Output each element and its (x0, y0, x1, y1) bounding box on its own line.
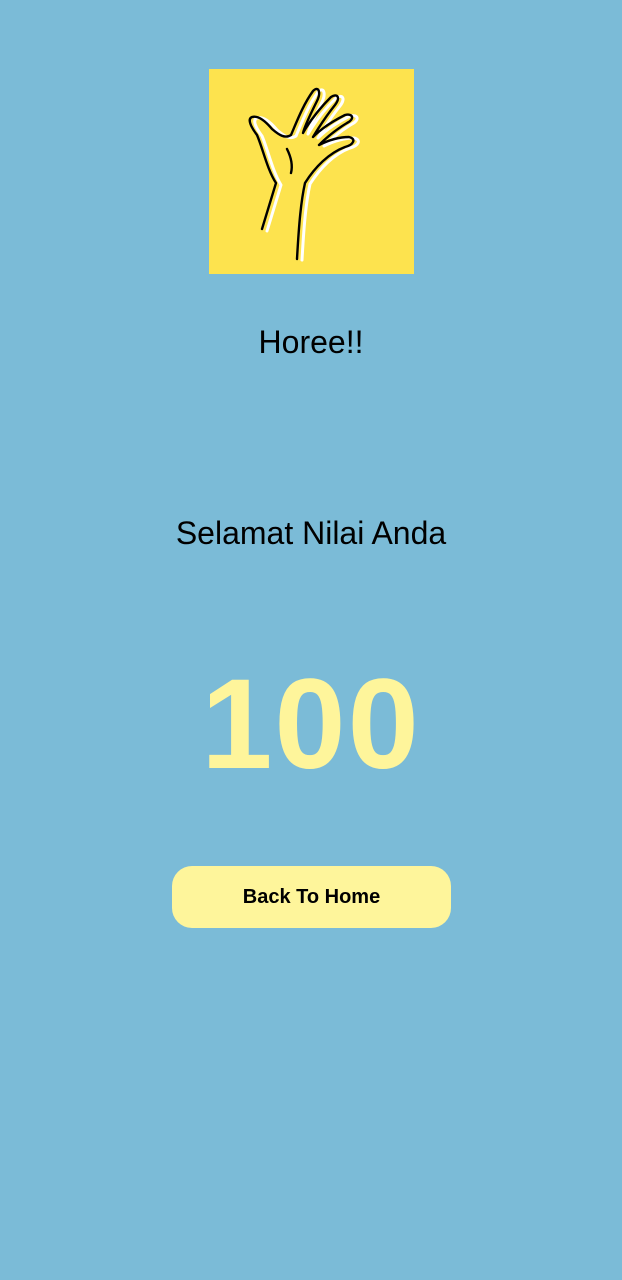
congrats-title: Horee!! (258, 324, 364, 360)
back-to-home-button[interactable]: Back To Home (172, 866, 451, 928)
result-screen: Horee!! Selamat Nilai Anda 100 Back To H… (0, 0, 622, 1280)
score-value: 100 (201, 653, 421, 796)
hand-illustration-card (209, 69, 414, 274)
waving-hand-icon (248, 87, 360, 262)
score-caption: Selamat Nilai Anda (175, 515, 447, 551)
